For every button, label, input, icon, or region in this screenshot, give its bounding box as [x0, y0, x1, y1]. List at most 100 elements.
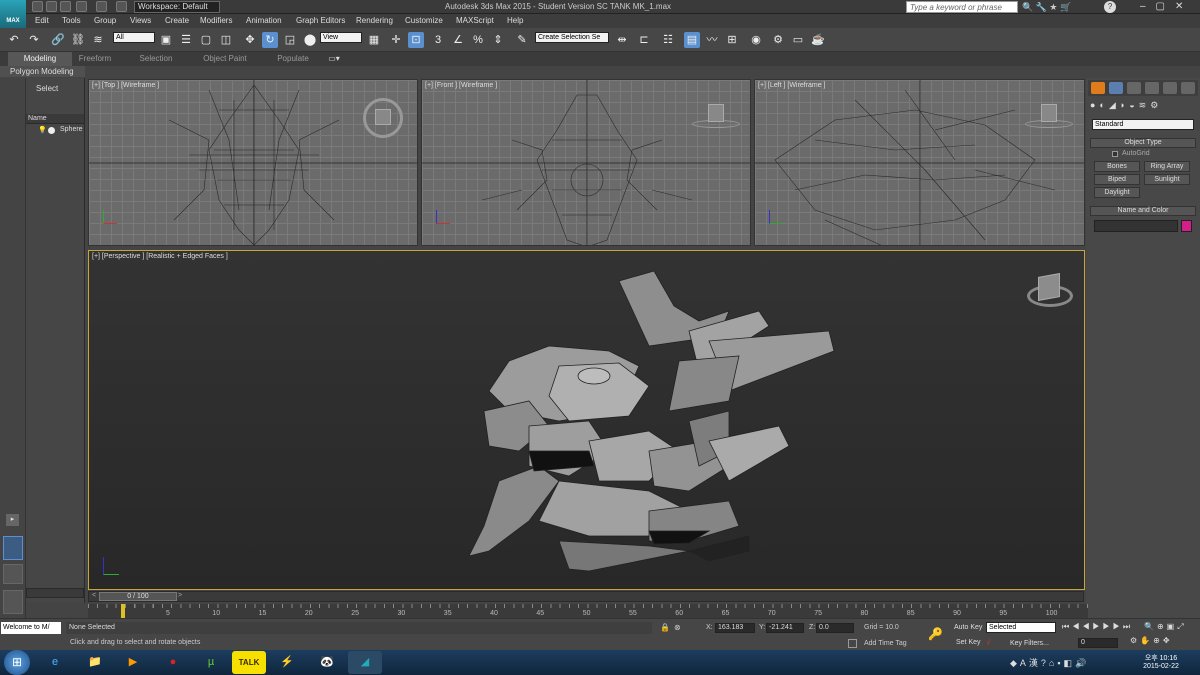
- time-slider-thumb[interactable]: 0 / 100: [99, 592, 177, 601]
- tab-selection[interactable]: Selection: [130, 52, 182, 66]
- link-icon[interactable]: 🔗: [50, 32, 66, 48]
- kakaotalk-taskbar-icon[interactable]: TALK: [232, 651, 266, 674]
- project-folder-icon[interactable]: [116, 1, 127, 12]
- tab-populate[interactable]: Populate: [268, 52, 318, 66]
- schematic-view-icon[interactable]: ⊞: [724, 32, 740, 48]
- viewport-left[interactable]: [+] [Left ] [Wireframe ]: [754, 79, 1085, 246]
- search-input[interactable]: Type a keyword or phrase: [906, 1, 1018, 13]
- create-tab-icon[interactable]: [1091, 82, 1105, 94]
- open-file-icon[interactable]: [46, 1, 57, 12]
- clock-time[interactable]: 오후 10:16: [1138, 653, 1184, 663]
- place-icon[interactable]: ⬤: [302, 32, 318, 48]
- time-slider[interactable]: < 0 / 100 >: [88, 591, 1084, 602]
- workspace-dropdown[interactable]: Workspace: Default: [134, 1, 220, 13]
- bones-button[interactable]: Bones: [1094, 161, 1140, 172]
- rollout-name-and-color[interactable]: Name and Color: [1090, 206, 1196, 216]
- menu-edit[interactable]: Edit: [35, 14, 49, 28]
- clock-date[interactable]: 2015-02-22: [1138, 663, 1184, 670]
- save-file-icon[interactable]: [60, 1, 71, 12]
- undo-icon[interactable]: ↶: [6, 32, 22, 48]
- panda-taskbar-icon[interactable]: 🐼: [310, 651, 344, 674]
- auto-key-button[interactable]: Auto Key: [954, 624, 982, 631]
- viewport-zoom-controls[interactable]: 🔍⊕▣⤢: [1144, 622, 1194, 634]
- object-color-swatch[interactable]: [1181, 220, 1192, 232]
- utorrent-taskbar-icon[interactable]: µ: [194, 651, 228, 674]
- render-setup-icon[interactable]: ⚙: [770, 32, 786, 48]
- menu-group[interactable]: Group: [94, 14, 116, 28]
- app-taskbar-icon[interactable]: ●: [156, 651, 190, 674]
- x-coordinate-field[interactable]: 163.183: [715, 623, 755, 633]
- ie-taskbar-icon[interactable]: e: [38, 651, 72, 674]
- help-icon[interactable]: ?: [1104, 1, 1116, 13]
- menu-tools[interactable]: Tools: [62, 14, 81, 28]
- edit-named-sel-icon[interactable]: ✎: [514, 32, 530, 48]
- viewcube-perspective[interactable]: [1038, 273, 1060, 301]
- autogrid-checkbox[interactable]: [1112, 151, 1118, 157]
- time-tag-icon[interactable]: [848, 639, 857, 648]
- ribbon-options-icon[interactable]: ▭▾: [324, 52, 344, 66]
- 3dsmax-taskbar-icon[interactable]: ◢: [348, 651, 382, 674]
- select-by-name-icon[interactable]: ☰: [178, 32, 194, 48]
- start-button[interactable]: ⊞: [4, 650, 30, 675]
- selection-filter-dropdown[interactable]: All: [113, 32, 155, 43]
- object-name-field[interactable]: [1094, 220, 1178, 232]
- sunlight-button[interactable]: Sunlight: [1144, 174, 1190, 185]
- material-editor-icon[interactable]: ◉: [748, 32, 764, 48]
- infocenter-icons[interactable]: 🔍 🔧 ★ 🛒: [1022, 1, 1102, 13]
- tab-object-paint[interactable]: Object Paint: [196, 52, 254, 66]
- menu-modifiers[interactable]: Modifiers: [200, 14, 232, 28]
- viewport-perspective[interactable]: [+] [Perspective ] [Realistic + Edged Fa…: [88, 250, 1085, 590]
- layout-tab-2[interactable]: [3, 564, 23, 584]
- layout-tab-1[interactable]: [3, 536, 23, 560]
- display-tab-icon[interactable]: [1163, 82, 1177, 94]
- app-logo-button[interactable]: MAX: [0, 0, 26, 28]
- set-key-icon[interactable]: 🔑: [928, 627, 948, 641]
- menu-animation[interactable]: Animation: [246, 14, 282, 28]
- motion-tab-icon[interactable]: [1145, 82, 1159, 94]
- utilities-tab-icon[interactable]: [1181, 82, 1195, 94]
- object-category-dropdown[interactable]: Standard: [1092, 119, 1194, 130]
- time-next-icon[interactable]: >: [175, 592, 185, 601]
- z-coordinate-field[interactable]: 0.0: [816, 623, 854, 633]
- menu-rendering[interactable]: Rendering: [356, 14, 393, 28]
- viewcube-left[interactable]: [1041, 104, 1057, 122]
- media-player-taskbar-icon[interactable]: ▶: [116, 651, 150, 674]
- rotate-icon[interactable]: ↻: [262, 32, 278, 48]
- window-controls[interactable]: –▢✕: [1140, 0, 1200, 14]
- rollout-object-type[interactable]: Object Type: [1090, 138, 1196, 148]
- percent-snap-icon[interactable]: %: [470, 32, 486, 48]
- viewcube-top-face[interactable]: [375, 109, 391, 125]
- explorer-taskbar-icon[interactable]: 📁: [78, 651, 112, 674]
- select-object-icon[interactable]: ▣: [158, 32, 174, 48]
- current-frame-field[interactable]: 0: [1078, 638, 1118, 648]
- angle-snap-icon[interactable]: ∠: [450, 32, 466, 48]
- explorer-item-sphere[interactable]: Sphere: [60, 126, 83, 133]
- time-prev-icon[interactable]: <: [89, 592, 99, 601]
- redo-icon[interactable]: ↷: [26, 32, 42, 48]
- render-production-icon[interactable]: ☕: [810, 32, 826, 48]
- expand-arrow-icon[interactable]: ▸: [6, 514, 19, 526]
- rendered-frame-icon[interactable]: ▭: [790, 32, 806, 48]
- viewport-top[interactable]: [+] [Top ] [Wireframe ]: [88, 79, 418, 246]
- spinner-snap-icon[interactable]: ⇕: [490, 32, 506, 48]
- graphite-toggle-icon[interactable]: ▤: [684, 32, 700, 48]
- ring-array-button[interactable]: Ring Array: [1144, 161, 1190, 172]
- named-selection-dropdown[interactable]: Create Selection Se: [535, 32, 609, 43]
- align-icon[interactable]: ⊏: [636, 32, 652, 48]
- menu-maxscript[interactable]: MAXScript: [456, 14, 494, 28]
- mirror-icon[interactable]: ⇹: [614, 32, 630, 48]
- viewport-nav-controls[interactable]: ⚙✋⊕✥: [1130, 636, 1190, 648]
- hierarchy-tab-icon[interactable]: [1127, 82, 1141, 94]
- add-time-tag-button[interactable]: Add Time Tag: [864, 640, 907, 647]
- ribbon-panel-polygon-modeling[interactable]: Polygon Modeling: [0, 66, 85, 77]
- layout-tab-3[interactable]: [3, 590, 23, 614]
- key-filters-button[interactable]: Key Filters...: [1010, 640, 1049, 647]
- set-key-button[interactable]: Set Key: [956, 639, 981, 646]
- pivot-center-icon[interactable]: ▦: [366, 32, 382, 48]
- undo-quick-icon[interactable]: [76, 1, 87, 12]
- menu-create[interactable]: Create: [165, 14, 189, 28]
- playback-controls[interactable]: ⏮◀◀▶▶▶⏭: [1062, 622, 1144, 634]
- scale-icon[interactable]: ◲: [282, 32, 298, 48]
- viewcube-front[interactable]: [708, 104, 724, 122]
- key-mode-dropdown[interactable]: Selected: [986, 622, 1056, 633]
